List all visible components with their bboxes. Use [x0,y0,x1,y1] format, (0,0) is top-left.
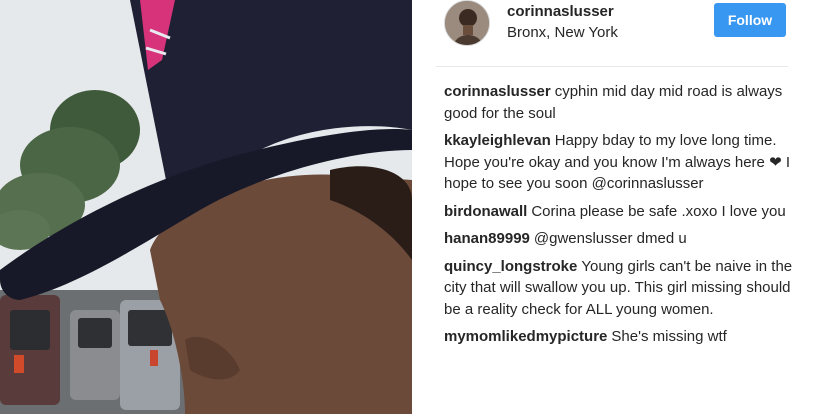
comments-list: corinnaslusser cyphin mid day mid road is… [444,81,794,354]
post-location[interactable]: Bronx, New York [507,24,618,41]
post-header: corinnaslusser Bronx, New York Follow [412,0,828,64]
comment-item: mymomlikedmypicture She's missing wtf [444,326,794,348]
comment-text: She's missing wtf [611,328,727,345]
comment-item: quincy_longstroke Young girls can't be na… [444,256,794,321]
post-username[interactable]: corinnaslusser [507,3,614,20]
comment-item: hanan89999 @gwenslusser dmed u [444,228,794,250]
post-photo [0,0,412,414]
header-divider [436,66,788,67]
comment-text: Corina please be safe .xoxo I love you [531,202,786,220]
post-details-panel: corinnaslusser Bronx, New York Follow co… [412,0,828,414]
comment-author[interactable]: corinnaslusser [444,83,551,100]
comment-author[interactable]: kkayleighlevan [444,132,551,149]
follow-button[interactable]: Follow [714,3,786,37]
comment-author[interactable]: mymomlikedmypicture [444,328,607,345]
comment-author[interactable]: birdonawall [444,203,527,220]
comment-author[interactable]: hanan89999 [444,230,530,247]
avatar-image [445,1,489,45]
heart-icon: ❤ [769,153,782,171]
comment-author[interactable]: quincy_longstroke [444,258,577,275]
avatar[interactable] [444,0,490,46]
post-photo-illustration [0,0,412,414]
background-cars [0,295,180,410]
comment-text: @gwenslusser dmed u [533,230,687,247]
comment-item: corinnaslusser cyphin mid day mid road is… [444,81,794,124]
comment-item: kkayleighlevan Happy bday to my love long… [444,130,794,195]
comment-item: birdonawall Corina please be safe .xoxo I… [444,201,794,223]
